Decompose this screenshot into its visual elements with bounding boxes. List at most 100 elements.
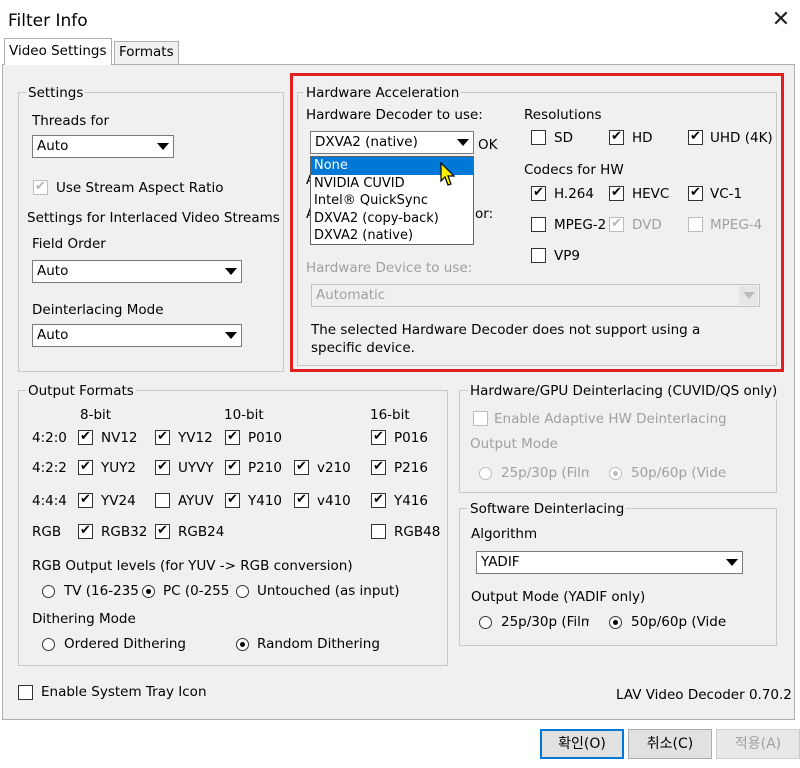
- chevron-down-icon: [221, 326, 240, 345]
- algorithm-select[interactable]: YADIF: [476, 551, 743, 574]
- p216-checkbox[interactable]: ✔: [371, 460, 386, 475]
- col-16bit: 16-bit: [370, 407, 410, 423]
- p016-checkbox[interactable]: ✔: [371, 430, 386, 445]
- hd-checkbox[interactable]: ✔: [609, 130, 624, 145]
- row-rgb: RGB: [32, 524, 62, 540]
- algorithm-value: YADIF: [481, 554, 520, 570]
- threads-select[interactable]: Auto: [32, 135, 174, 158]
- dvd-label: DVD: [632, 217, 662, 233]
- chevron-down-icon: [453, 133, 472, 152]
- rgb-pc-radio[interactable]: [142, 585, 155, 598]
- apply-button[interactable]: 적용(A): [716, 729, 800, 759]
- nv12-label: NV12: [101, 430, 138, 446]
- p010-checkbox[interactable]: ✔: [225, 430, 240, 445]
- sd-checkbox[interactable]: [531, 130, 546, 145]
- hw-device-select[interactable]: Automatic: [311, 284, 760, 307]
- tab-formats[interactable]: Formats: [114, 41, 179, 64]
- deint-mode-label: Deinterlacing Mode: [32, 302, 164, 318]
- v210-checkbox[interactable]: ✔: [294, 460, 309, 475]
- sw-video-radio[interactable]: [609, 616, 622, 629]
- rgb-untouched-radio[interactable]: [236, 585, 249, 598]
- chevron-down-icon: [722, 553, 741, 572]
- nv12-checkbox[interactable]: ✔: [78, 430, 93, 445]
- uyvy-checkbox[interactable]: ✔: [155, 460, 170, 475]
- h264-checkbox[interactable]: ✔: [531, 186, 546, 201]
- cancel-button[interactable]: 취소(C): [628, 729, 712, 759]
- v410-checkbox[interactable]: ✔: [294, 493, 309, 508]
- yuy2-label: YUY2: [101, 460, 136, 476]
- mpeg2-checkbox[interactable]: [531, 217, 546, 232]
- hw-decoder-select[interactable]: DXVA2 (native): [310, 131, 474, 154]
- rgb24-checkbox[interactable]: ✔: [155, 524, 170, 539]
- random-dithering-radio[interactable]: [236, 638, 249, 651]
- mouse-pointer-icon: [440, 161, 456, 186]
- yv24-checkbox[interactable]: ✔: [78, 493, 93, 508]
- hw-device-value: Automatic: [316, 287, 386, 303]
- p210-checkbox[interactable]: ✔: [225, 460, 240, 475]
- hw-decoder-label: Hardware Decoder to use:: [306, 107, 483, 123]
- field-order-value: Auto: [37, 263, 69, 279]
- rgb-tv-radio[interactable]: [42, 585, 55, 598]
- ordered-dithering-radio[interactable]: [42, 638, 55, 651]
- ok-button[interactable]: 확인(O): [540, 729, 624, 759]
- uyvy-label: UYVY: [178, 460, 214, 476]
- chevron-down-icon: [221, 262, 240, 281]
- hw-video-label: 50p/60p (Video): [631, 465, 727, 481]
- hw-device-label: Hardware Device to use:: [306, 260, 473, 276]
- dvd-checkbox[interactable]: ✔: [609, 217, 624, 232]
- vp9-checkbox[interactable]: [531, 248, 546, 263]
- sw-video-label: 50p/60p (Video): [631, 614, 727, 630]
- rgb24-label: RGB24: [178, 524, 225, 540]
- rgb32-label: RGB32: [101, 524, 148, 540]
- rgb48-checkbox[interactable]: [371, 524, 386, 539]
- sw-deint-label: Software Deinterlacing: [468, 501, 627, 517]
- hw-video-radio[interactable]: [609, 467, 622, 480]
- rgb-untouched-label: Untouched (as input): [257, 583, 400, 599]
- sd-label: SD: [554, 130, 573, 146]
- y410-checkbox[interactable]: ✔: [225, 493, 240, 508]
- dropdown-option-dxva2-native[interactable]: DXVA2 (native): [311, 227, 473, 245]
- threads-select-value: Auto: [37, 138, 69, 154]
- dropdown-option-quicksync[interactable]: Intel® QuickSync: [311, 192, 473, 210]
- p210-label: P210: [248, 460, 282, 476]
- adaptive-hw-deint-checkbox[interactable]: [473, 411, 488, 426]
- hw-film-radio[interactable]: [479, 467, 492, 480]
- col-10bit: 10-bit: [224, 407, 264, 423]
- vc1-checkbox[interactable]: ✔: [688, 186, 703, 201]
- hw-output-mode-label: Output Mode: [470, 436, 558, 452]
- mpeg2-label: MPEG-2: [554, 217, 607, 233]
- chevron-down-icon: [739, 286, 758, 305]
- mpeg4-checkbox[interactable]: [688, 217, 703, 232]
- y416-label: Y416: [394, 493, 429, 509]
- deint-mode-select[interactable]: Auto: [32, 324, 242, 347]
- yv12-checkbox[interactable]: ✔: [155, 430, 170, 445]
- sw-film-radio[interactable]: [479, 616, 492, 629]
- rgb-tv-label: TV (16-235): [64, 583, 140, 599]
- ayuv-checkbox[interactable]: [155, 493, 170, 508]
- close-icon[interactable]: ✕: [771, 8, 791, 32]
- ayuv-label: AYUV: [178, 493, 214, 509]
- dropdown-option-dxva2-copyback[interactable]: DXVA2 (copy-back): [311, 210, 473, 228]
- hevc-checkbox[interactable]: ✔: [609, 186, 624, 201]
- dithering-label: Dithering Mode: [32, 611, 136, 627]
- sw-output-mode-label: Output Mode (YADIF only): [471, 589, 646, 605]
- rgb-levels-label: RGB Output levels (for YUV -> RGB conver…: [32, 558, 353, 574]
- use-stream-aspect-checkbox[interactable]: ✔: [33, 180, 48, 195]
- row-444: 4:4:4: [32, 493, 67, 509]
- col-8bit: 8-bit: [80, 407, 112, 423]
- uhd-label: UHD (4K): [710, 130, 773, 146]
- v210-label: v210: [317, 460, 351, 476]
- system-tray-checkbox[interactable]: [18, 685, 33, 700]
- resolutions-label: Resolutions: [524, 107, 602, 123]
- yuy2-checkbox[interactable]: ✔: [78, 460, 93, 475]
- hd-label: HD: [632, 130, 653, 146]
- tab-video-settings[interactable]: Video Settings: [4, 38, 112, 65]
- mpeg4-label: MPEG-4: [710, 217, 763, 233]
- uhd-checkbox[interactable]: ✔: [688, 130, 703, 145]
- p010-label: P010: [248, 430, 282, 446]
- y416-checkbox[interactable]: ✔: [371, 493, 386, 508]
- yv24-label: YV24: [101, 493, 136, 509]
- codecs-label: Codecs for HW: [524, 162, 624, 178]
- rgb32-checkbox[interactable]: ✔: [78, 524, 93, 539]
- field-order-select[interactable]: Auto: [32, 260, 242, 283]
